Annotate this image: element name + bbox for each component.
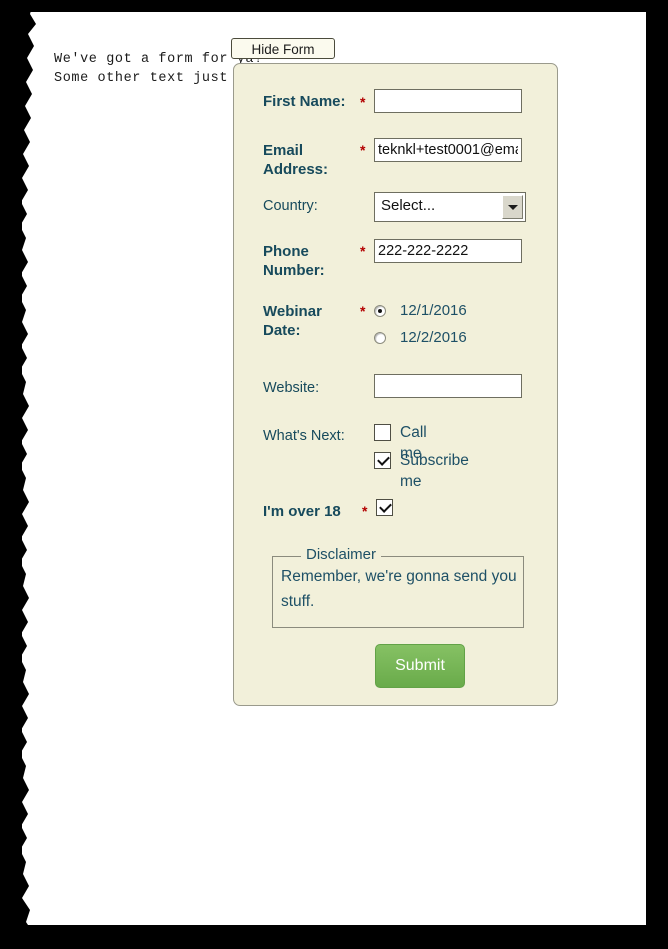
webinar-date-radio-1[interactable] — [374, 305, 386, 317]
whats-next-label: What's Next: — [263, 428, 345, 444]
email-control — [374, 138, 522, 162]
email-label: Email Address: — [263, 142, 329, 178]
page-frame: We've got a form for ya! Some other text… — [0, 0, 668, 949]
hide-form-button[interactable]: Hide Form — [231, 38, 335, 59]
over-18-required-marker: * — [362, 503, 368, 519]
country-selected-value: Select... — [381, 197, 436, 214]
website-input[interactable] — [374, 374, 522, 398]
phone-control — [374, 239, 522, 263]
over-18-label: I'm over 18 — [263, 503, 341, 520]
first-name-required-marker: * — [360, 94, 366, 110]
country-control: Select... — [374, 192, 526, 222]
signup-form-panel: First Name: * Email Address: * Country: … — [233, 63, 558, 706]
phone-label: Phone Number: — [263, 243, 325, 279]
website-label: Website: — [263, 380, 320, 396]
webinar-date-label: Webinar Date: — [263, 303, 322, 339]
chevron-down-icon — [508, 205, 518, 210]
subscribe-me-label: Subscribe me — [400, 452, 469, 490]
country-label: Country: — [263, 198, 318, 214]
subscribe-me-checkbox[interactable] — [374, 452, 391, 469]
submit-button[interactable]: Submit — [375, 644, 465, 688]
country-select[interactable]: Select... — [374, 192, 526, 222]
phone-required-marker: * — [360, 243, 366, 259]
webinar-date-required-marker: * — [360, 303, 366, 319]
webinar-date-radio-1-label: 12/1/2016 — [400, 302, 467, 319]
webinar-date-radio-2[interactable] — [374, 332, 386, 344]
website-control — [374, 374, 522, 398]
call-me-checkbox[interactable] — [374, 424, 391, 441]
disclaimer-fieldset: Disclaimer Remember, we're gonna send yo… — [272, 546, 524, 628]
country-dropdown-button[interactable] — [502, 195, 523, 219]
over-18-control — [376, 499, 393, 521]
email-required-marker: * — [360, 142, 366, 158]
disclaimer-text: Remember, we're gonna send you stuff. — [281, 568, 517, 610]
webinar-date-radio-2-label: 12/2/2016 — [400, 329, 467, 346]
email-input[interactable] — [374, 138, 522, 162]
over-18-checkbox[interactable] — [376, 499, 393, 516]
disclaimer-legend: Disclaimer — [301, 546, 382, 564]
first-name-input[interactable] — [374, 89, 522, 113]
first-name-control — [374, 89, 522, 113]
first-name-label: First Name: — [263, 93, 346, 110]
phone-input[interactable] — [374, 239, 522, 263]
